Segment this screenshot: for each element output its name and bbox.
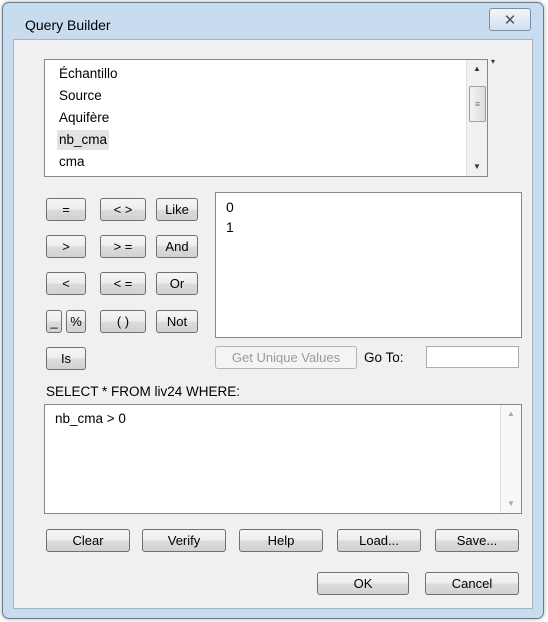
percent-button[interactable]: %	[66, 310, 86, 333]
not-equal-button[interactable]: < >	[100, 198, 146, 221]
goto-input[interactable]	[426, 346, 519, 368]
goto-label: Go To:	[364, 350, 404, 365]
sql-scrollbar[interactable]: ▲ ▼	[500, 405, 521, 513]
field-item-selected[interactable]: nb_cma	[57, 130, 110, 150]
close-button[interactable]: ✕	[489, 8, 531, 31]
scroll-up-arrow-icon[interactable]: ▲	[467, 60, 487, 78]
greater-than-button[interactable]: >	[46, 235, 86, 258]
field-item[interactable]: cma	[57, 152, 87, 172]
verify-button[interactable]: Verify	[142, 529, 226, 552]
field-item[interactable]: Aquifère	[57, 108, 111, 128]
help-button[interactable]: Help	[239, 529, 323, 552]
ok-button[interactable]: OK	[317, 572, 409, 595]
get-unique-values-button[interactable]: Get Unique Values	[215, 346, 357, 369]
scroll-down-arrow-icon[interactable]: ▼	[501, 495, 521, 513]
value-item[interactable]: 1	[226, 219, 234, 235]
dialog-body: Échantillo Source Aquifère nb_cma cma ▲ …	[13, 39, 533, 609]
underscore-button[interactable]: _	[46, 310, 62, 333]
like-button[interactable]: Like	[156, 198, 198, 221]
window-title: Query Builder	[25, 17, 111, 33]
field-list[interactable]: Échantillo Source Aquifère nb_cma cma ▲ …	[44, 59, 488, 177]
scroll-down-arrow-icon[interactable]: ▼	[467, 158, 487, 176]
less-equal-button[interactable]: < =	[100, 272, 146, 295]
parentheses-button[interactable]: ( )	[100, 310, 146, 333]
greater-equal-button[interactable]: > =	[100, 235, 146, 258]
value-item[interactable]: 0	[226, 199, 234, 215]
field-item[interactable]: Source	[57, 86, 104, 106]
equals-button[interactable]: =	[46, 198, 86, 221]
sql-expression-box[interactable]: nb_cma > 0 ▲ ▼	[44, 404, 522, 514]
or-button[interactable]: Or	[156, 272, 198, 295]
query-builder-window: Query Builder ✕ Échantillo Source Aquifè…	[2, 2, 544, 619]
less-than-button[interactable]: <	[46, 272, 86, 295]
not-button[interactable]: Not	[156, 310, 198, 333]
scroll-thumb[interactable]: ≡	[469, 86, 486, 122]
close-icon: ✕	[503, 11, 517, 29]
cancel-button[interactable]: Cancel	[425, 572, 519, 595]
field-list-scrollbar[interactable]: ▲ ≡ ▼	[466, 60, 487, 176]
dropdown-marker-icon[interactable]: ▾	[491, 57, 495, 66]
unique-values-list[interactable]: 0 1	[215, 192, 522, 338]
clear-button[interactable]: Clear	[46, 529, 130, 552]
is-button[interactable]: Is	[46, 347, 86, 370]
sql-prefix-label: SELECT * FROM liv24 WHERE:	[46, 384, 241, 399]
save-button[interactable]: Save...	[435, 529, 519, 552]
and-button[interactable]: And	[156, 235, 198, 258]
load-button[interactable]: Load...	[337, 529, 421, 552]
title-bar: Query Builder ✕	[3, 3, 543, 39]
sql-expression[interactable]: nb_cma > 0	[55, 411, 126, 426]
grip-icon: ≡	[474, 99, 481, 109]
field-item[interactable]: Échantillo	[57, 64, 120, 84]
scroll-up-arrow-icon[interactable]: ▲	[501, 405, 521, 423]
